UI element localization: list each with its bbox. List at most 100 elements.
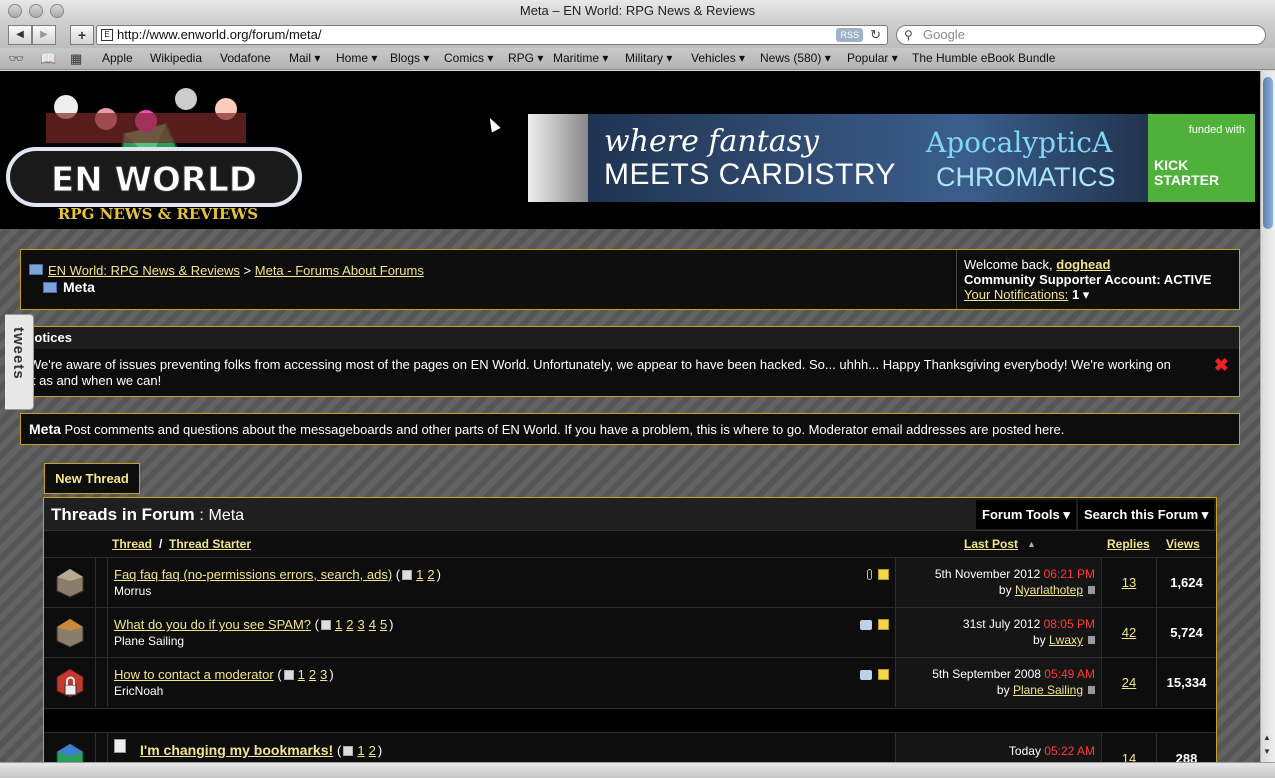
bookmark-rpg[interactable]: RPG ▾ bbox=[508, 48, 543, 69]
page-link[interactable]: 1 bbox=[357, 743, 364, 758]
page-link[interactable]: 3 bbox=[357, 617, 364, 632]
scrollbar-thumb[interactable] bbox=[1263, 77, 1273, 229]
breadcrumb-current: Meta bbox=[63, 279, 95, 295]
address-bar[interactable]: E http://www.enworld.org/forum/meta/ RSS… bbox=[96, 25, 888, 45]
banner-art-image bbox=[528, 114, 588, 202]
replies-link[interactable]: 24 bbox=[1122, 675, 1136, 690]
kickstarter-banner-ad[interactable]: where fantasy MEETS CARDISTRY Apocalypti… bbox=[528, 114, 1255, 202]
by-label: by bbox=[1032, 633, 1046, 647]
bookmark-vehicles[interactable]: Vehicles ▾ bbox=[691, 48, 745, 69]
thread-starter[interactable]: Plane Sailing bbox=[114, 634, 184, 648]
replies-link[interactable]: 13 bbox=[1122, 575, 1136, 590]
rss-button[interactable]: RSS bbox=[836, 28, 863, 42]
sort-views-link[interactable]: Views bbox=[1166, 532, 1200, 557]
top-sites-grid-icon[interactable]: ▦ bbox=[70, 48, 82, 69]
page-link[interactable]: 4 bbox=[369, 617, 376, 632]
search-field[interactable]: ⚲ Google bbox=[896, 25, 1266, 45]
bookmark-wikipedia[interactable]: Wikipedia bbox=[150, 48, 202, 69]
column-slash: / bbox=[159, 537, 163, 551]
page-link[interactable]: 1 bbox=[298, 667, 305, 682]
last-post-time: 06:21 PM bbox=[1043, 567, 1095, 581]
breadcrumb-parent-link[interactable]: Meta - Forums About Forums bbox=[255, 263, 424, 278]
go-to-last-post-icon[interactable] bbox=[1088, 586, 1095, 594]
thread-title-link[interactable]: Faq faq faq (no-permissions errors, sear… bbox=[114, 567, 392, 582]
page-link[interactable]: 5 bbox=[380, 617, 387, 632]
bookmark-military[interactable]: Military ▾ bbox=[625, 48, 672, 69]
dismiss-notice-icon[interactable]: ✖ bbox=[1214, 355, 1229, 376]
scroll-up-arrow-icon[interactable]: ▲ bbox=[1263, 733, 1271, 742]
tag-icon bbox=[860, 620, 872, 630]
bookmark-news[interactable]: News (580) ▾ bbox=[760, 48, 831, 69]
forum-tools-menu[interactable]: Forum Tools ▾ bbox=[976, 500, 1076, 529]
forum-description: Meta Post comments and questions about t… bbox=[20, 413, 1240, 445]
username-link[interactable]: doghead bbox=[1056, 257, 1110, 272]
sort-last-post-link[interactable]: Last Post bbox=[964, 532, 1018, 557]
reading-list-icon[interactable]: 👓 bbox=[8, 48, 24, 69]
page-link[interactable]: 1 bbox=[335, 617, 342, 632]
forum-tools-label: Forum Tools bbox=[982, 507, 1060, 522]
bookmark-apple[interactable]: Apple bbox=[102, 48, 133, 69]
replies-cell: 42 bbox=[1102, 608, 1157, 657]
page-link[interactable]: 2 bbox=[346, 617, 353, 632]
thread-title-link[interactable]: I'm changing my bookmarks! bbox=[140, 742, 333, 758]
notifications-link[interactable]: Your Notifications: bbox=[964, 287, 1068, 302]
last-poster-link[interactable]: Nyarlathotep bbox=[1015, 583, 1083, 597]
window-title: Meta – EN World: RPG News & Reviews bbox=[519, 3, 756, 18]
last-post-date: 5th September 2008 05:49 AM bbox=[932, 667, 1095, 681]
search-forum-label: Search this Forum bbox=[1084, 507, 1199, 522]
multipage-icon bbox=[402, 570, 413, 580]
vertical-scrollbar[interactable]: ▲ ▼ bbox=[1260, 71, 1275, 762]
go-to-last-post-icon[interactable] bbox=[1088, 686, 1095, 694]
url-text: http://www.enworld.org/forum/meta/ bbox=[117, 27, 322, 42]
thread-title-link[interactable]: What do you do if you see SPAM? bbox=[114, 617, 311, 632]
close-window-button[interactable] bbox=[8, 4, 22, 18]
views-count: 15,334 bbox=[1166, 675, 1207, 690]
chevron-down-icon[interactable]: ▾ bbox=[1083, 287, 1090, 302]
zoom-window-button[interactable] bbox=[50, 4, 64, 18]
replies-link[interactable]: 14 bbox=[1122, 751, 1136, 762]
forward-button[interactable]: ▶ bbox=[32, 25, 56, 45]
last-poster-link[interactable]: Plane Sailing bbox=[1013, 683, 1083, 697]
add-bookmark-button[interactable]: + bbox=[70, 25, 94, 45]
locked-thread-icon bbox=[56, 668, 84, 698]
page-link[interactable]: 2 bbox=[427, 567, 434, 582]
replies-link[interactable]: 42 bbox=[1122, 625, 1136, 640]
bookmark-comics[interactable]: Comics ▾ bbox=[444, 48, 493, 69]
bookmarks-book-icon[interactable]: 📖 bbox=[40, 48, 56, 69]
sticky-note-icon bbox=[878, 619, 889, 630]
bookmark-popular[interactable]: Popular ▾ bbox=[847, 48, 898, 69]
bookmark-maritime[interactable]: Maritime ▾ bbox=[553, 48, 608, 69]
reload-icon[interactable]: ↻ bbox=[870, 26, 881, 44]
bookmark-home[interactable]: Home ▾ bbox=[336, 48, 377, 69]
tweets-sidebar-tab[interactable]: tweets bbox=[5, 314, 34, 410]
thread-starter[interactable]: Morrus bbox=[114, 584, 151, 598]
notifications-count: 1 bbox=[1071, 287, 1080, 302]
go-to-last-post-icon[interactable] bbox=[1088, 636, 1095, 644]
sort-starter-link[interactable]: Thread Starter bbox=[169, 532, 251, 557]
bookmark-humble-ebook[interactable]: The Humble eBook Bundle bbox=[912, 48, 1055, 69]
sort-thread-link[interactable]: Thread bbox=[112, 532, 152, 557]
new-thread-button[interactable]: New Thread bbox=[44, 463, 140, 494]
search-forum-menu[interactable]: Search this Forum ▾ bbox=[1078, 500, 1215, 529]
page-link[interactable]: 2 bbox=[309, 667, 316, 682]
thread-status-cell bbox=[44, 608, 96, 657]
bookmark-blogs[interactable]: Blogs ▾ bbox=[390, 48, 429, 69]
page-link[interactable]: 1 bbox=[416, 567, 423, 582]
bookmark-vodafone[interactable]: Vodafone bbox=[220, 48, 271, 69]
sort-replies-link[interactable]: Replies bbox=[1107, 532, 1150, 557]
last-poster-link[interactable]: Lwaxy bbox=[1049, 633, 1083, 647]
attachment-icon bbox=[867, 569, 872, 580]
site-favicon-icon: E bbox=[101, 29, 113, 41]
breadcrumb-home-link[interactable]: EN World: RPG News & Reviews bbox=[48, 263, 240, 278]
thread-title-link[interactable]: How to contact a moderator bbox=[114, 667, 274, 682]
minimize-window-button[interactable] bbox=[29, 4, 43, 18]
bookmark-mail[interactable]: Mail ▾ bbox=[289, 48, 320, 69]
en-world-logo[interactable]: EN WORLD RPG NEWS & REVIEWS bbox=[6, 79, 302, 227]
page-link[interactable]: 3 bbox=[320, 667, 327, 682]
row-spacer bbox=[96, 658, 108, 707]
page-link[interactable]: 2 bbox=[369, 743, 376, 758]
sticky-note-icon bbox=[878, 569, 889, 580]
scroll-down-arrow-icon[interactable]: ▼ bbox=[1263, 747, 1271, 756]
thread-starter[interactable]: EricNoah bbox=[114, 684, 163, 698]
back-button[interactable]: ◀ bbox=[8, 25, 32, 45]
